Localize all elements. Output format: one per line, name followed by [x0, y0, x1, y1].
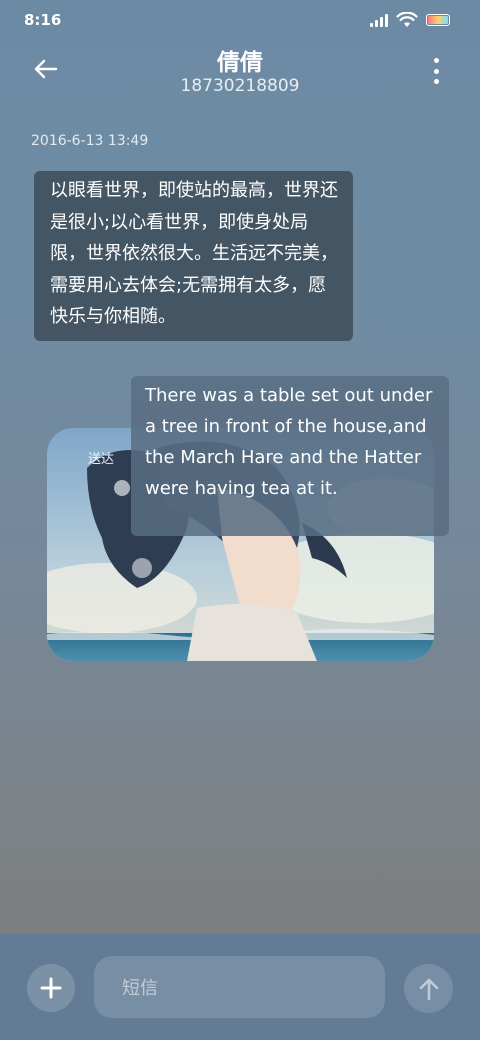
- send-button[interactable]: [404, 964, 453, 1013]
- sms-input-placeholder: 短信: [122, 978, 158, 999]
- contact-name: 倩倩: [217, 50, 263, 76]
- status-bar: 8:16: [0, 0, 480, 40]
- sms-input[interactable]: 短信: [94, 956, 385, 1018]
- plus-icon: [40, 977, 62, 999]
- message-composer: 短信: [0, 934, 480, 1040]
- wifi-icon: [396, 12, 418, 27]
- more-vertical-icon: [433, 58, 439, 63]
- battery-icon: [426, 14, 450, 26]
- signal-icon: [370, 13, 388, 27]
- outgoing-message-bubble[interactable]: There was a table set out under a tree i…: [131, 376, 449, 536]
- contact-number: 18730218809: [180, 76, 300, 96]
- more-options-button[interactable]: [426, 56, 446, 86]
- send-arrow-icon: [419, 978, 438, 1000]
- message-timestamp: 2016-6-13 13:49: [31, 133, 149, 149]
- incoming-message-bubble[interactable]: 以眼看世界，即使站的最高，世界还是很小;以心看世界，即使身处局限，世界依然很大。…: [34, 171, 353, 341]
- status-icons: [370, 12, 450, 28]
- conversation-header: 倩倩 18730218809: [0, 40, 480, 110]
- add-attachment-button[interactable]: [27, 964, 75, 1012]
- status-time: 8:16: [24, 11, 62, 29]
- delivery-status: 送达: [88, 452, 115, 467]
